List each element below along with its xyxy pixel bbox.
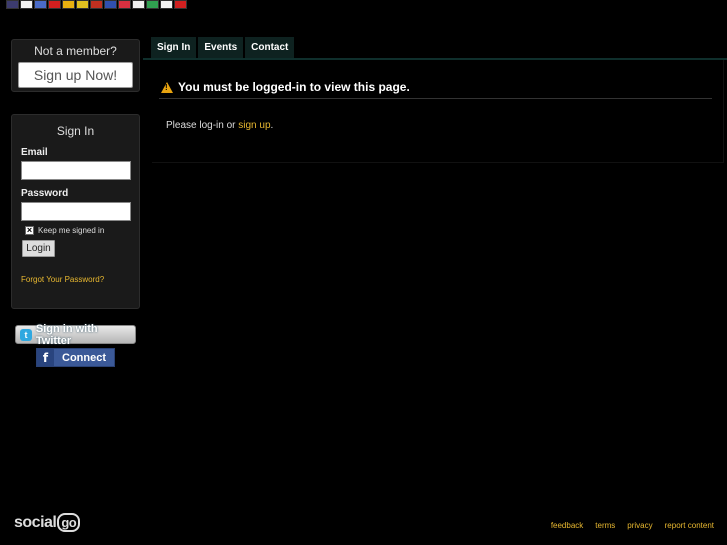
footer-links: feedback terms privacy report content bbox=[551, 521, 714, 530]
facebook-connect-label: Connect bbox=[62, 351, 106, 364]
login-message: Please log-in or sign up. bbox=[166, 120, 273, 131]
tab-events[interactable]: Events bbox=[198, 37, 244, 58]
member-title: Not a member? bbox=[34, 44, 117, 58]
alert-text: You must be logged-in to view this page. bbox=[178, 80, 410, 94]
login-required-alert: You must be logged-in to view this page. bbox=[161, 80, 410, 94]
germany-flag-icon[interactable] bbox=[90, 0, 103, 9]
twitter-signin-button[interactable]: t Sign in with Twitter bbox=[15, 322, 136, 347]
finland-flag-icon[interactable] bbox=[132, 0, 145, 9]
email-field[interactable] bbox=[21, 161, 131, 180]
member-box: Not a member? Sign up Now! bbox=[11, 39, 140, 92]
keep-signed-in-checkbox[interactable]: × bbox=[25, 226, 34, 235]
login-message-suffix: . bbox=[270, 120, 274, 131]
korea-flag-icon[interactable] bbox=[20, 0, 33, 9]
signup-link[interactable]: sign up bbox=[238, 120, 270, 131]
password-field[interactable] bbox=[21, 202, 131, 221]
main-panel: You must be logged-in to view this page.… bbox=[152, 60, 724, 163]
footer-link-feedback[interactable]: feedback bbox=[551, 521, 583, 530]
twitter-signin-label: Sign in with Twitter bbox=[35, 322, 98, 347]
france-flag-icon[interactable] bbox=[34, 0, 47, 9]
logo-go: go bbox=[57, 513, 81, 532]
signin-box: Sign In Email Password × Keep me signed … bbox=[11, 114, 140, 309]
warning-icon bbox=[161, 81, 173, 93]
language-flags bbox=[6, 0, 187, 10]
twitter-icon: t bbox=[20, 328, 32, 341]
alert-divider bbox=[159, 98, 712, 99]
email-label: Email bbox=[21, 147, 48, 158]
tab-contact[interactable]: Contact bbox=[245, 37, 295, 58]
russia-flag-icon[interactable] bbox=[104, 0, 117, 9]
password-label: Password bbox=[21, 188, 69, 199]
japan-flag-icon[interactable] bbox=[160, 0, 173, 9]
signup-button[interactable]: Sign up Now! bbox=[18, 62, 133, 88]
login-button[interactable]: Login bbox=[22, 240, 55, 257]
footer-link-privacy[interactable]: privacy bbox=[627, 521, 652, 530]
signin-title: Sign In bbox=[56, 124, 95, 138]
footer-link-terms[interactable]: terms bbox=[595, 521, 615, 530]
spain-flag-icon[interactable] bbox=[62, 0, 75, 9]
facebook-icon: f bbox=[37, 349, 54, 366]
poland-flag-icon[interactable] bbox=[118, 0, 131, 9]
keep-signed-in-label: Keep me signed in bbox=[38, 226, 105, 235]
us-flag-icon[interactable] bbox=[6, 0, 19, 9]
tab-sign-in[interactable]: Sign In bbox=[151, 37, 197, 58]
main-tabs: Sign In Events Contact bbox=[151, 37, 295, 58]
socialgo-logo[interactable]: social go bbox=[14, 513, 81, 532]
logo-text: social bbox=[14, 513, 57, 531]
china-flag-icon[interactable] bbox=[48, 0, 61, 9]
footer-link-report-content[interactable]: report content bbox=[665, 521, 714, 530]
romania-flag-icon[interactable] bbox=[76, 0, 89, 9]
portugal-flag-icon[interactable] bbox=[174, 0, 187, 9]
forgot-password-link[interactable]: Forgot Your Password? bbox=[21, 275, 104, 284]
italy-flag-icon[interactable] bbox=[146, 0, 159, 9]
facebook-connect-button[interactable]: f Connect bbox=[36, 348, 115, 367]
login-message-prefix: Please log-in or bbox=[166, 120, 239, 131]
